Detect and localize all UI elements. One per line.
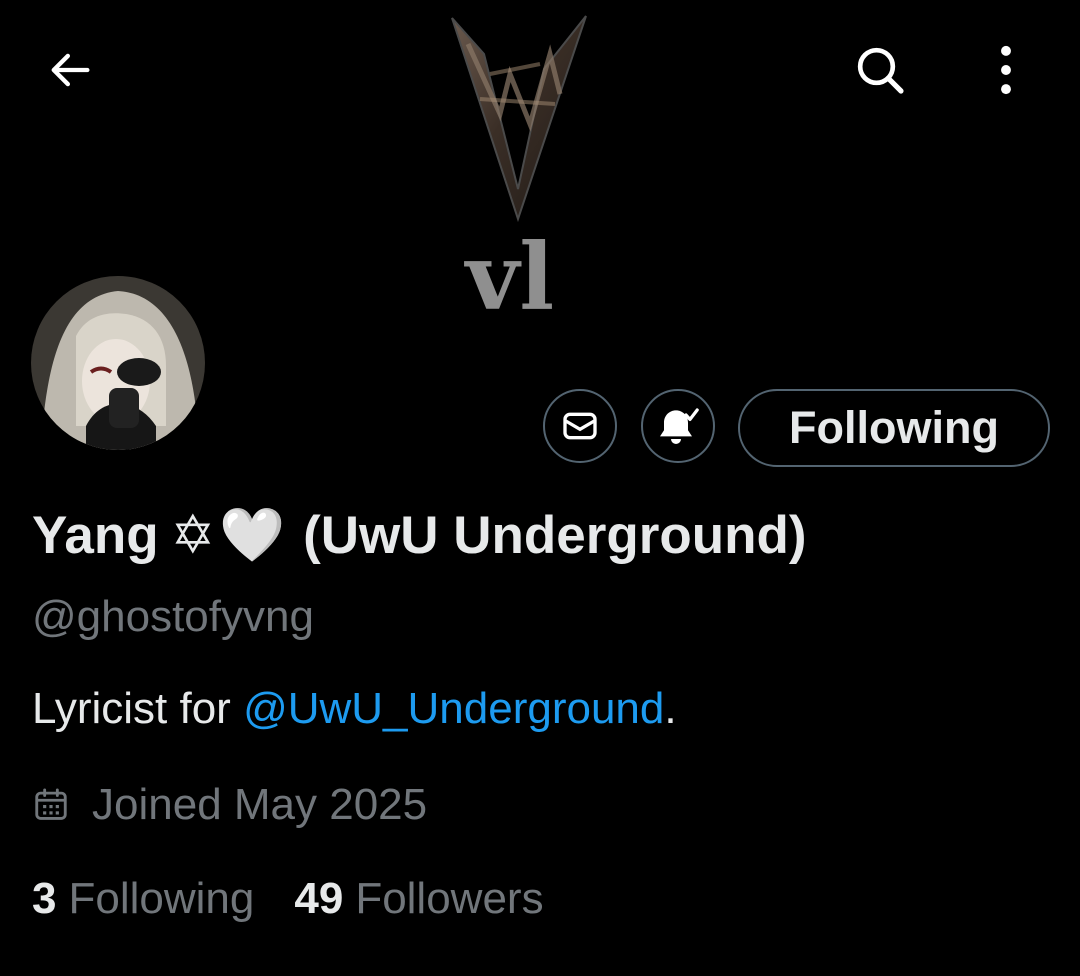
joined-date: Joined May 2025 [32,780,427,830]
bio-punctuation: . [664,684,677,733]
bio: Lyricist for @UwU_Underground. [32,684,677,734]
calendar-icon [35,788,67,820]
more-vertical-icon [1001,45,1011,95]
followers-label: Followers [355,874,544,923]
bio-text: Lyricist for [32,684,244,733]
star-emoji: ✡ [170,505,216,565]
notifications-button[interactable] [641,389,715,463]
display-name-suffix: (UwU Underground) [303,505,807,565]
following-count-link[interactable]: 3 Following [32,874,254,924]
follow-stats: 3 Following 49 Followers [32,874,544,924]
back-button[interactable] [40,40,100,100]
arrow-left-icon [51,53,90,87]
banner-logo: vl [440,14,640,334]
following-button[interactable]: Following [738,389,1050,467]
followers-count-link[interactable]: 49 Followers [294,874,543,924]
white-heart-emoji: 🤍 [219,506,286,565]
following-button-label: Following [789,402,999,453]
more-options-button[interactable] [976,40,1036,100]
followers-count: 49 [294,874,344,923]
bell-check-icon [660,408,699,444]
joined-date-text: Joined May 2025 [92,780,428,829]
bio-mention-link[interactable]: @UwU_Underground [243,684,664,733]
search-button[interactable] [848,40,912,100]
mail-icon [563,412,597,440]
banner-logo-text: vl [464,223,554,331]
user-handle: @ghostofyvng [32,592,314,641]
following-label: Following [68,874,255,923]
search-icon [857,47,904,94]
avatar[interactable] [31,276,205,450]
display-name-text: Yang [32,505,159,565]
following-count: 3 [32,874,57,923]
display-name: Yang ✡ 🤍 (UwU Underground) [32,500,807,570]
message-button[interactable] [543,389,617,463]
